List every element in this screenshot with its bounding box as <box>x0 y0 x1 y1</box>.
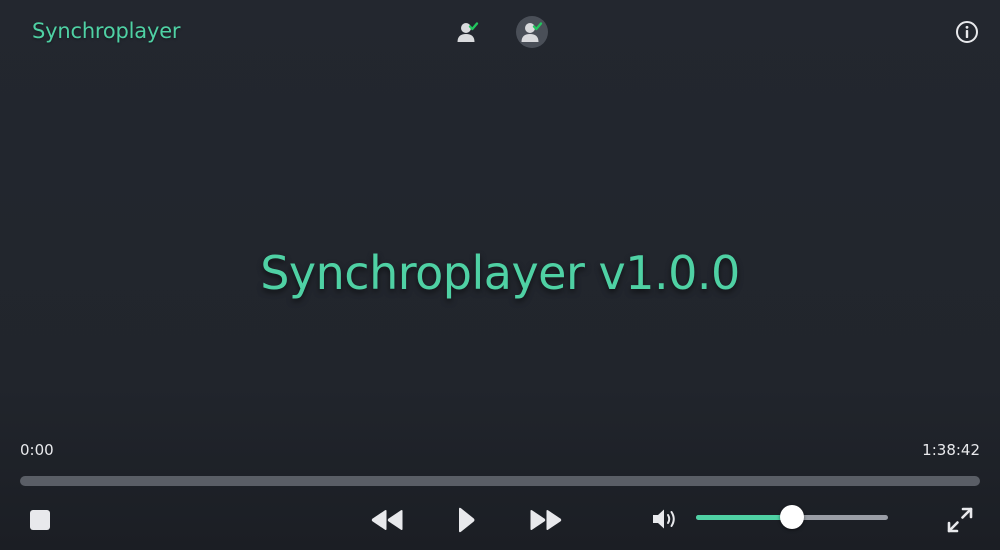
volume-slider-thumb[interactable] <box>780 505 804 529</box>
rewind-button[interactable] <box>368 506 406 534</box>
splash-title: Synchroplayer v1.0.0 <box>260 246 740 300</box>
user-check-icon <box>457 22 479 42</box>
play-button[interactable] <box>452 504 480 536</box>
volume-slider-fill <box>696 515 792 520</box>
play-icon <box>459 507 475 533</box>
volume-slider[interactable] <box>696 505 888 529</box>
info-icon <box>956 21 978 43</box>
current-time: 0:00 <box>20 441 54 459</box>
duration: 1:38:42 <box>922 441 980 459</box>
stop-button[interactable] <box>28 508 52 532</box>
user-check-icon <box>521 22 543 42</box>
user-button-1[interactable] <box>452 16 484 48</box>
fullscreen-button[interactable] <box>945 505 975 535</box>
fast-forward-icon <box>530 510 562 530</box>
player-app: Synchroplayer Synchroplayer v1.0.0 0:00 … <box>0 0 1000 550</box>
seek-bar[interactable] <box>20 476 980 486</box>
volume-button[interactable] <box>650 505 680 533</box>
user-button-2[interactable] <box>516 16 548 48</box>
volume-icon <box>653 509 675 529</box>
fullscreen-icon <box>947 507 973 533</box>
rewind-icon <box>371 510 403 530</box>
app-brand: Synchroplayer <box>32 19 181 43</box>
fast-forward-button[interactable] <box>527 506 565 534</box>
stop-icon <box>30 510 50 530</box>
info-button[interactable] <box>955 20 979 44</box>
